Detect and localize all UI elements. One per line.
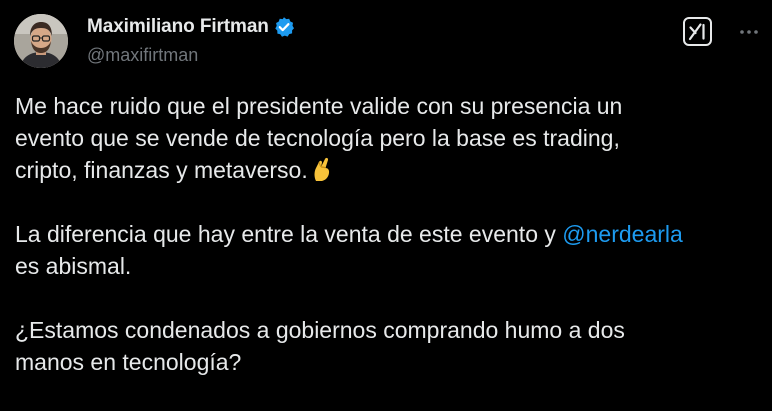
- tweet-line-6: ¿Estamos condenados a gobiernos comprand…: [15, 317, 625, 343]
- grok-icon: [688, 23, 705, 41]
- tweet-line-1: Me hace ruido que el presidente valide c…: [15, 93, 623, 119]
- more-horizontal-icon: [740, 30, 758, 34]
- name-row: Maximiliano Firtman: [87, 14, 295, 40]
- tweet-line-3: cripto, finanzas y metaverso.: [15, 157, 308, 183]
- tweet-line-4: La diferencia que hay entre la venta de …: [15, 221, 563, 247]
- more-options-button[interactable]: [737, 20, 761, 44]
- profile-photo-icon: [14, 14, 68, 68]
- tweet-paragraph-1: Me hace ruido que el presidente valide c…: [15, 90, 760, 186]
- pinching-hand-emoji-icon: [310, 156, 334, 182]
- tweet-line-2: evento que se vende de tecnología pero l…: [15, 125, 620, 151]
- avatar[interactable]: [14, 14, 68, 68]
- grok-button[interactable]: [683, 17, 712, 46]
- tweet-paragraph-2: La diferencia que hay entre la venta de …: [15, 218, 760, 282]
- tweet-line-7: manos en tecnología?: [15, 349, 242, 375]
- verified-badge-icon[interactable]: [273, 16, 295, 38]
- mention-link[interactable]: @nerdearla: [562, 221, 683, 247]
- tweet-paragraph-3: ¿Estamos condenados a gobiernos comprand…: [15, 314, 760, 378]
- tweet-text: Me hace ruido que el presidente valide c…: [15, 90, 760, 378]
- author-display-name[interactable]: Maximiliano Firtman: [87, 16, 269, 38]
- author-handle[interactable]: @maxifirtman: [87, 45, 198, 66]
- tweet-line-5: es abismal.: [15, 253, 132, 279]
- tweet: Maximiliano Firtman @maxifirtman Me hace…: [0, 0, 772, 411]
